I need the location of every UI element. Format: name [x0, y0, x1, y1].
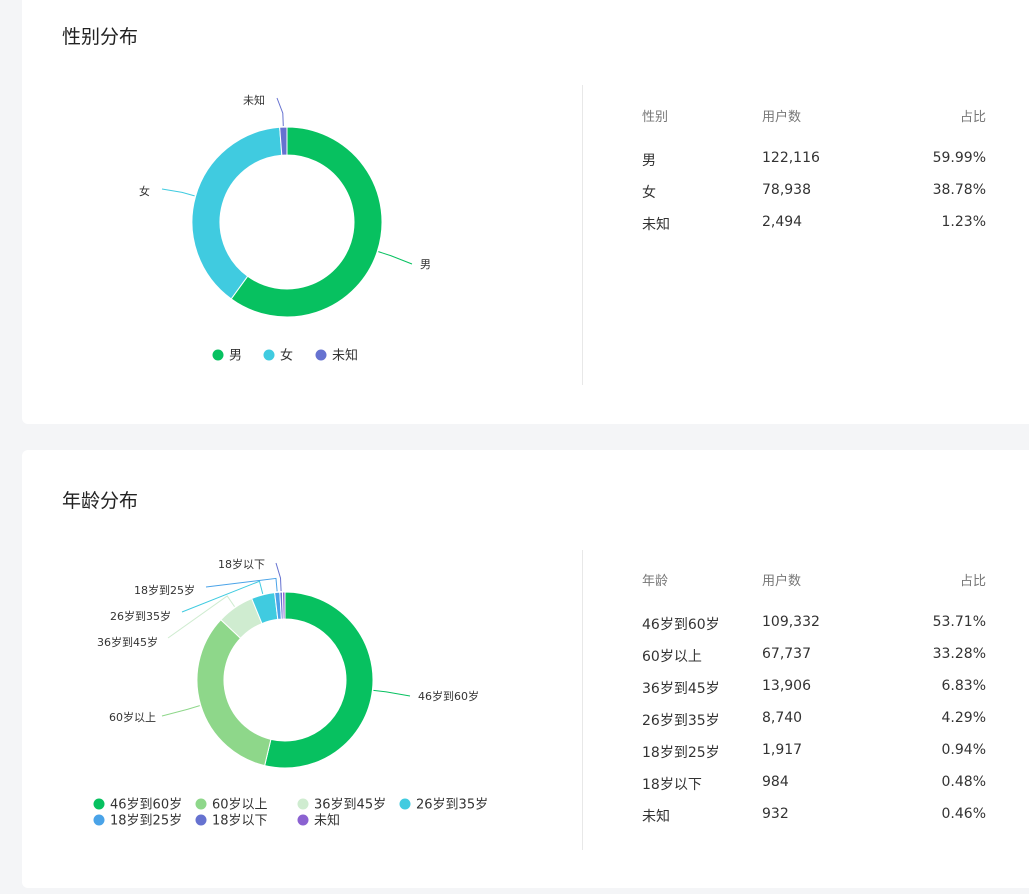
table-header: 占比 [959, 110, 986, 125]
row-count: 109,332 [762, 614, 820, 630]
legend-item[interactable]: 60岁以上 [195, 798, 268, 813]
row-label: 女 [642, 185, 656, 201]
row-label: 男 [642, 153, 656, 169]
row-label: 未知 [642, 217, 670, 233]
legend-item[interactable]: 18岁以下 [195, 814, 268, 829]
legend-label: 女 [280, 348, 293, 364]
slice-label: 未知 [243, 93, 265, 107]
row-count: 122,116 [762, 150, 820, 166]
row-label: 46岁到60岁 [642, 617, 720, 633]
row-count: 78,938 [762, 182, 811, 198]
slice-label: 女 [139, 184, 150, 198]
row-label: 未知 [642, 809, 670, 825]
label-leader-line [161, 705, 200, 717]
label-leader-line [373, 689, 411, 697]
legend-label: 18岁以下 [212, 814, 268, 829]
slice-label: 18岁到25岁 [134, 583, 195, 597]
legend-label: 18岁到25岁 [110, 814, 182, 829]
legend-item[interactable]: 男 [212, 349, 243, 364]
row-percent: 6.83% [941, 678, 986, 694]
legend-item[interactable]: 18岁到25岁 [93, 814, 183, 829]
row-label: 36岁到45岁 [642, 681, 720, 697]
table-header: 性别 [642, 110, 669, 125]
row-label: 18岁以下 [642, 777, 702, 793]
gender-divider [582, 85, 583, 385]
legend-label: 26岁到35岁 [416, 798, 488, 813]
legend-item[interactable]: 26岁到35岁 [399, 798, 489, 813]
row-label: 26岁到35岁 [642, 713, 720, 729]
slice-label: 36岁到45岁 [97, 635, 158, 649]
legend-item[interactable]: 未知 [297, 813, 341, 829]
row-percent: 0.48% [941, 774, 986, 790]
row-label: 18岁到25岁 [642, 745, 720, 761]
legend-item[interactable]: 46岁到60岁 [93, 798, 183, 813]
row-percent: 38.78% [932, 182, 986, 198]
slice-label: 60岁以上 [109, 710, 156, 724]
age-card: 年龄分布 46岁到60岁 60岁以上 36岁到45岁 26岁到35岁 18岁到25岁 18… [22, 450, 1029, 888]
legend-swatch [195, 798, 207, 810]
legend-label: 60岁以上 [212, 798, 268, 813]
legend-swatch [399, 798, 411, 810]
legend-label: 未知 [314, 813, 340, 829]
legend-label: 36岁到45岁 [314, 798, 386, 813]
slice-label: 26岁到35岁 [110, 609, 171, 623]
age-divider [582, 550, 583, 850]
label-leader-line [205, 577, 278, 592]
age-donut-chart: 46岁到60岁 60岁以上 36岁到45岁 26岁到35岁 18岁到25岁 18岁以下 46… [93, 557, 489, 829]
label-leader-line [161, 188, 195, 197]
table-header: 占比 [959, 574, 986, 589]
legend-swatch [195, 814, 207, 826]
label-leader-line [378, 251, 413, 265]
table-header: 用户数 [762, 574, 802, 589]
donut-slice[interactable] [191, 126, 283, 300]
slice-label: 18岁以下 [218, 557, 265, 571]
row-count: 13,906 [762, 678, 811, 694]
legend-swatch [297, 798, 309, 810]
legend-item[interactable]: 未知 [315, 348, 359, 364]
slice-label: 46岁到60岁 [418, 689, 479, 703]
gender-card: 性别分布 男女未知男女未知 性别 用户数 占比男 122,116 59.99% 女 78,9… [22, 0, 1029, 424]
slice-label: 男 [420, 258, 431, 271]
row-count: 932 [762, 806, 789, 822]
legend-swatch [297, 814, 309, 826]
row-percent: 53.71% [932, 614, 986, 630]
label-leader-line [276, 97, 284, 127]
legend-label: 46岁到60岁 [110, 798, 182, 813]
row-count: 984 [762, 774, 789, 790]
legend-swatch [93, 814, 105, 826]
row-percent: 0.46% [941, 806, 986, 822]
legend-swatch [263, 349, 275, 361]
row-label: 60岁以上 [642, 649, 702, 665]
legend-label: 男 [229, 349, 242, 364]
row-count: 8,740 [762, 710, 803, 726]
row-count: 2,494 [762, 214, 803, 230]
row-percent: 4.29% [941, 710, 986, 726]
table-header: 年龄 [642, 574, 669, 589]
row-percent: 59.99% [932, 150, 986, 166]
row-percent: 0.94% [941, 742, 986, 758]
row-count: 1,917 [762, 742, 803, 758]
donut-slice[interactable] [196, 619, 272, 767]
legend-item[interactable]: 女 [263, 348, 294, 364]
legend-item[interactable]: 36岁到45岁 [297, 798, 387, 813]
legend-label: 未知 [332, 348, 358, 364]
row-count: 67,737 [762, 646, 811, 662]
gender-donut-chart: 男女未知男女未知 [139, 93, 431, 364]
donut-slice[interactable] [281, 591, 286, 620]
legend-swatch [212, 349, 224, 361]
legend-swatch [93, 798, 105, 810]
row-percent: 33.28% [932, 646, 986, 662]
row-percent: 1.23% [941, 214, 986, 230]
table-header: 用户数 [762, 110, 802, 125]
legend-swatch [315, 349, 327, 361]
